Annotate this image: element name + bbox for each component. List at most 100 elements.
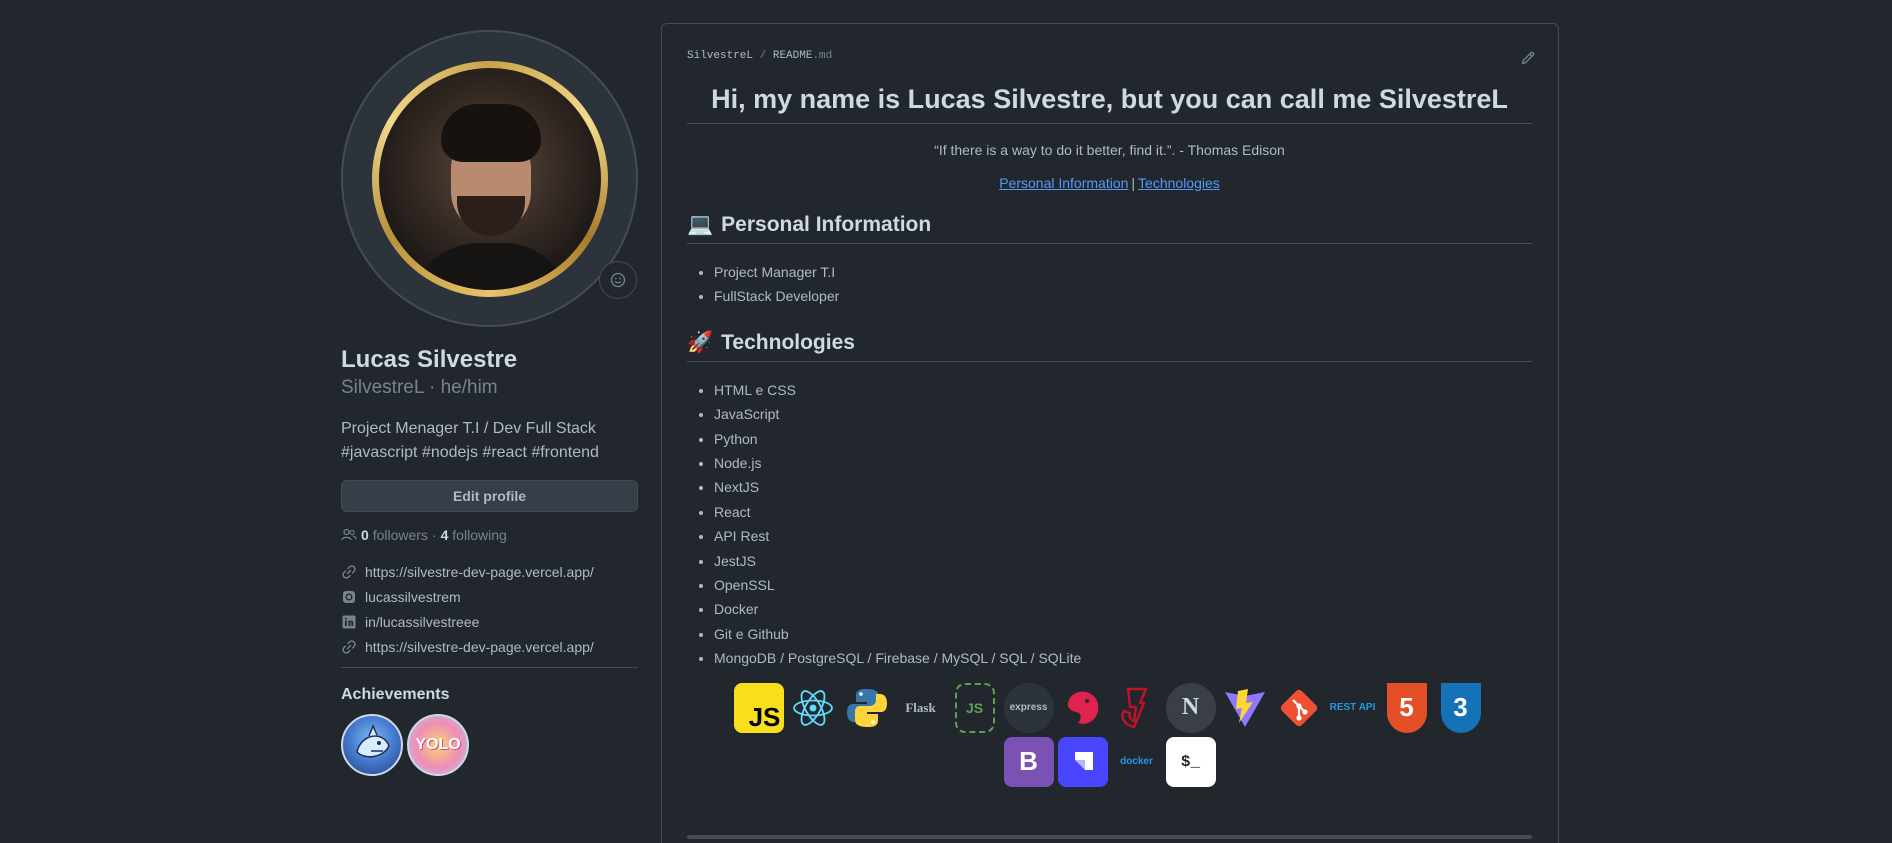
nextjs-icon: N (1165, 682, 1216, 733)
list-item: React (714, 500, 1532, 524)
nav-link-technologies[interactable]: Technologies (1138, 175, 1220, 191)
edit-profile-button[interactable]: Edit profile (341, 480, 638, 512)
readme-path: SilvestreL / README.md (687, 50, 832, 62)
readme-title: Hi, my name is Lucas Silvestre, but you … (687, 84, 1532, 124)
bio-line: Project Menager T.I / Dev Full Stack (341, 420, 596, 437)
list-item: Docker (714, 597, 1532, 621)
website-link-text: https://silvestre-dev-page.vercel.app/ (365, 638, 594, 655)
list-item: MongoDB / PostgreSQL / Firebase / MySQL … (714, 646, 1532, 670)
css3-icon: 3 (1440, 682, 1481, 733)
divider (341, 667, 638, 668)
rocket-icon: 🚀 (687, 330, 714, 354)
profile-username: SilvestreL (341, 377, 424, 398)
readme-path-ext: .md (812, 50, 833, 62)
shark-badge[interactable] (341, 714, 403, 776)
readme-path-separator: / (759, 50, 767, 62)
achievements-list: YOLO (341, 714, 638, 776)
strapi-icon (1057, 736, 1108, 787)
readme-nav: Personal Information | Technologies (687, 175, 1532, 191)
list-item: HTML e CSS (714, 378, 1532, 402)
website-link-secondary[interactable]: https://silvestre-dev-page.vercel.app/ (341, 634, 638, 659)
pencil-icon (1521, 51, 1535, 65)
javascript-label: JS (748, 701, 781, 732)
avatar[interactable] (341, 30, 638, 327)
followers-label: followers (372, 527, 428, 543)
flask-label: Flask (905, 699, 936, 715)
list-item: Git e Github (714, 622, 1532, 646)
yolo-badge[interactable]: YOLO (407, 714, 469, 776)
list-item: Python (714, 427, 1532, 451)
profile-bio: Project Menager T.I / Dev Full Stack #ja… (341, 417, 638, 465)
profile-sidebar: Lucas Silvestre SilvestreL · he/him Proj… (341, 30, 638, 776)
profile-links: https://silvestre-dev-page.vercel.app/ l… (341, 559, 638, 659)
following-link[interactable]: 4 following (441, 527, 507, 543)
readme-card: SilvestreL / README.md Hi, my name is Lu… (661, 23, 1559, 843)
readme-content: Hi, my name is Lucas Silvestre, but you … (687, 84, 1532, 787)
linkedin-link-text: in/lucassilvestreee (365, 613, 480, 630)
bash-icon: $_ (1165, 736, 1216, 787)
follow-separator: · (431, 527, 437, 543)
html5-icon: 5 (1386, 682, 1427, 733)
website-link-text: https://silvestre-dev-page.vercel.app/ (365, 563, 594, 580)
personal-info-list: Project Manager T.I FullStack Developer (687, 260, 1532, 309)
bio-line: #javascript #nodejs #react #frontend (341, 444, 599, 461)
git-icon (1274, 683, 1324, 733)
rest-api-icon: REST API (1328, 683, 1378, 733)
css3-label: 3 (1453, 692, 1468, 723)
section-title: Personal Information (721, 213, 932, 236)
nextjs-label: N (1181, 694, 1200, 721)
readme-path-owner[interactable]: SilvestreL (687, 50, 753, 62)
followers-link[interactable]: 0 followers (361, 527, 428, 543)
list-item: JestJS (714, 549, 1532, 573)
react-icon (788, 683, 838, 733)
nestjs-icon (1058, 683, 1108, 733)
list-item: JavaScript (714, 402, 1532, 426)
nav-link-personal-information[interactable]: Personal Information (999, 175, 1128, 191)
technologies-list: HTML e CSS JavaScript Python Node.js Nex… (687, 378, 1532, 671)
avatar-photo (378, 67, 601, 290)
readme-path-file: README (772, 50, 813, 62)
flask-icon: Flask (896, 683, 946, 733)
javascript-icon: JS (733, 682, 784, 733)
yolo-badge-text: YOLO (415, 736, 461, 753)
website-link[interactable]: https://silvestre-dev-page.vercel.app/ (341, 559, 638, 584)
list-item: Node.js (714, 451, 1532, 475)
rest-api-label: REST API (1329, 702, 1376, 714)
list-item: API Rest (714, 524, 1532, 548)
list-item: FullStack Developer (714, 284, 1532, 308)
linkedin-link[interactable]: in/lucassilvestreee (341, 609, 638, 634)
python-icon (842, 683, 892, 733)
link-icon (342, 564, 356, 579)
laptop-icon: 💻 (687, 213, 714, 236)
section-heading-personal: 💻 Personal Information (687, 213, 1532, 244)
horizontal-rule (687, 835, 1532, 839)
instagram-link[interactable]: lucassilvestrem (341, 584, 638, 609)
avatar-gold-ring (371, 60, 608, 297)
set-status-button[interactable] (599, 261, 637, 299)
html5-label: 5 (1399, 692, 1414, 723)
instagram-link-text: lucassilvestrem (365, 588, 461, 605)
nodejs-icon: JS (954, 682, 995, 733)
express-icon: express (1003, 682, 1054, 733)
link-icon (342, 639, 356, 654)
following-count: 4 (440, 527, 449, 543)
section-title: Technologies (721, 330, 855, 354)
bootstrap-label: B (1019, 746, 1038, 777)
follow-stats: 0 followers · 4 following (341, 527, 638, 543)
list-item: OpenSSL (714, 573, 1532, 597)
followers-count: 0 (361, 527, 369, 543)
tech-icons-grid: JS Flask JS express N REST API 5 3 Bdocker $_ (687, 682, 1532, 787)
edit-readme-button[interactable] (1520, 50, 1536, 71)
vite-icon (1220, 683, 1270, 733)
people-icon (341, 528, 357, 541)
achievements-title: Achievements (341, 686, 450, 703)
profile-username-line: SilvestreL · he/him (341, 375, 638, 401)
profile-full-name: Lucas Silvestre (341, 346, 518, 373)
express-label: express (1009, 702, 1048, 714)
linkedin-icon (342, 615, 356, 628)
bash-label: $_ (1180, 752, 1201, 771)
docker-icon: docker (1112, 737, 1162, 787)
profile-pronouns: he/him (440, 377, 498, 398)
jest-icon (1112, 683, 1162, 733)
instagram-icon (343, 590, 355, 603)
